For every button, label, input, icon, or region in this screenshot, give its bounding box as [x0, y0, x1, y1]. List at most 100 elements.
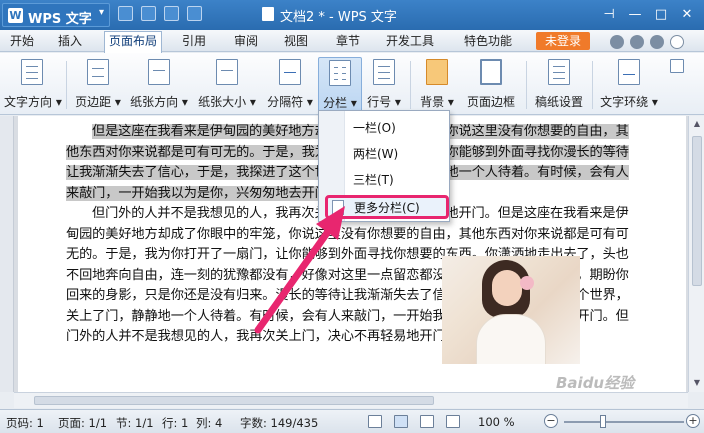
zoom-slider-handle[interactable] — [600, 415, 606, 428]
orientation-icon — [148, 59, 170, 85]
title-bar: W WPS 文字 ▾ 文档2 * - WPS 文字 ⊣ — □ ✕ — [0, 0, 704, 30]
watermark: Baidu经验 — [556, 374, 635, 392]
left-ruler — [0, 116, 14, 392]
text-wrap-icon — [618, 59, 640, 85]
zoom-slider[interactable] — [564, 421, 684, 423]
menu-right-icons — [610, 34, 690, 49]
chevron-down-icon: ▾ — [99, 7, 105, 18]
collapse-ribbon-icon[interactable] — [670, 34, 684, 49]
skin-icon[interactable] — [610, 34, 624, 49]
page-border-label: 页面边框 — [466, 95, 515, 109]
status-row: 行: 1 — [162, 416, 189, 430]
separator-icon — [279, 59, 301, 85]
status-section: 节: 1/1 — [116, 416, 154, 430]
paper-size-icon — [216, 59, 238, 85]
status-word-count: 字数: 149/435 — [240, 416, 319, 430]
view-web-icon[interactable] — [446, 415, 460, 428]
text-direction-label: 文字方向 ▾ — [4, 95, 62, 109]
view-full-icon[interactable] — [368, 415, 382, 428]
page-border-button[interactable]: 页面边框 — [462, 57, 520, 112]
quick-access-toolbar — [118, 6, 210, 24]
horizontal-scroll-thumb[interactable] — [34, 396, 434, 405]
scroll-up-icon[interactable]: ▲ — [692, 119, 702, 129]
separator-label: 分隔符 ▾ — [267, 95, 313, 109]
girl-photo[interactable] — [442, 256, 580, 364]
zoom-out-button[interactable]: − — [544, 414, 558, 428]
one-column-item[interactable]: 一栏(O) — [353, 119, 396, 136]
tab-developer[interactable]: 开发工具 — [382, 32, 438, 51]
scroll-down-icon[interactable]: ▼ — [692, 378, 702, 388]
text-direction-button[interactable]: 文字方向 ▾ — [4, 57, 62, 112]
columns-label: 分栏 ▾ — [323, 96, 357, 110]
zoom-in-button[interactable]: + — [686, 414, 700, 428]
tab-reference[interactable]: 引用 — [178, 32, 210, 51]
text-wrap-label: 文字环绕 ▾ — [600, 95, 658, 109]
zoom-level: 100 % — [478, 415, 515, 429]
text-direction-icon — [21, 59, 43, 85]
manuscript-button[interactable]: 稿纸设置 — [532, 57, 586, 112]
text-wrap-button[interactable]: 文字环绕 ▾ — [598, 57, 660, 112]
save-icon[interactable] — [118, 6, 133, 21]
page-border-icon — [480, 59, 502, 85]
status-bar: 页码: 1 页面: 1/1 节: 1/1 行: 1 列: 4 字数: 149/4… — [0, 409, 704, 433]
margins-label: 页边距 ▾ — [75, 95, 121, 109]
background-button[interactable]: 背景 ▾ — [416, 57, 458, 112]
manuscript-label: 稿纸设置 — [534, 95, 583, 109]
tab-page-layout[interactable]: 页面布局 — [104, 31, 163, 53]
margins-icon — [87, 59, 109, 85]
menu-tabs: 开始 插入 页面布局 引用 审阅 视图 章节 开发工具 特色功能 未登录 — [0, 30, 704, 53]
line-number-icon — [373, 59, 395, 85]
document-icon — [262, 7, 274, 21]
ribbon-more-button[interactable] — [666, 57, 688, 112]
manuscript-icon — [548, 59, 570, 85]
tab-chapter[interactable]: 章节 — [332, 32, 364, 51]
login-button[interactable]: 未登录 — [536, 32, 590, 50]
print-icon[interactable] — [141, 6, 156, 21]
wps-logo-icon: W — [8, 8, 23, 23]
three-columns-item[interactable]: 三栏(T) — [353, 171, 394, 188]
arrange-icon — [670, 59, 684, 73]
orientation-button[interactable]: 纸张方向 ▾ — [128, 57, 190, 112]
status-page-num: 页码: 1 — [6, 416, 44, 430]
maximize-button[interactable]: □ — [648, 4, 674, 26]
settings-icon[interactable] — [650, 34, 664, 49]
tab-insert[interactable]: 插入 — [54, 32, 86, 51]
tab-review[interactable]: 审阅 — [230, 32, 262, 51]
columns-button[interactable]: 分栏 ▾ — [318, 57, 362, 112]
document-title: 文档2 * - WPS 文字 — [280, 10, 397, 25]
minimize-button[interactable]: — — [622, 4, 648, 26]
undo-icon[interactable] — [164, 6, 179, 21]
line-number-label: 行号 ▾ — [367, 95, 401, 109]
two-columns-item[interactable]: 两栏(W) — [353, 145, 398, 162]
tab-view[interactable]: 视图 — [280, 32, 312, 51]
view-outline-icon[interactable] — [420, 415, 434, 428]
tab-home[interactable]: 开始 — [6, 32, 38, 51]
paper-size-button[interactable]: 纸张大小 ▾ — [196, 57, 258, 112]
close-button[interactable]: ✕ — [674, 4, 700, 26]
line-number-button[interactable]: 行号 ▾ — [364, 57, 404, 112]
pin-icon[interactable]: ⊣ — [596, 4, 622, 26]
redo-icon[interactable] — [187, 6, 202, 21]
app-name: WPS 文字 — [28, 12, 92, 27]
more-columns-label: 更多分栏(C) — [354, 201, 420, 215]
vertical-scroll-thumb[interactable] — [692, 136, 702, 286]
vertical-scrollbar[interactable]: ▲ ▼ — [688, 116, 704, 392]
orientation-label: 纸张方向 ▾ — [130, 95, 188, 109]
help-icon[interactable] — [630, 34, 644, 49]
separator-button[interactable]: 分隔符 ▾ — [264, 57, 316, 112]
background-label: 背景 ▾ — [420, 95, 454, 109]
columns-dropdown: 一栏(O) 两栏(W) 三栏(T) 更多分栏(C) — [318, 110, 450, 222]
paper-size-label: 纸张大小 ▾ — [198, 95, 256, 109]
columns-icon — [329, 60, 351, 86]
tab-special-features[interactable]: 特色功能 — [460, 32, 516, 51]
app-menu-button[interactable]: W WPS 文字 ▾ — [2, 3, 110, 27]
ribbon: 文字方向 ▾ 页边距 ▾ 纸张方向 ▾ 纸张大小 ▾ 分隔符 ▾ 分栏 ▾ 行号… — [0, 53, 704, 115]
background-icon — [426, 59, 448, 85]
more-columns-item[interactable]: 更多分栏(C) — [325, 195, 449, 219]
horizontal-scrollbar[interactable] — [14, 392, 688, 408]
margins-button[interactable]: 页边距 ▾ — [72, 57, 124, 112]
view-page-icon[interactable] — [394, 415, 408, 428]
window-controls: ⊣ — □ ✕ — [596, 4, 700, 26]
columns-settings-icon — [332, 200, 344, 215]
status-pages: 页面: 1/1 — [58, 416, 108, 430]
